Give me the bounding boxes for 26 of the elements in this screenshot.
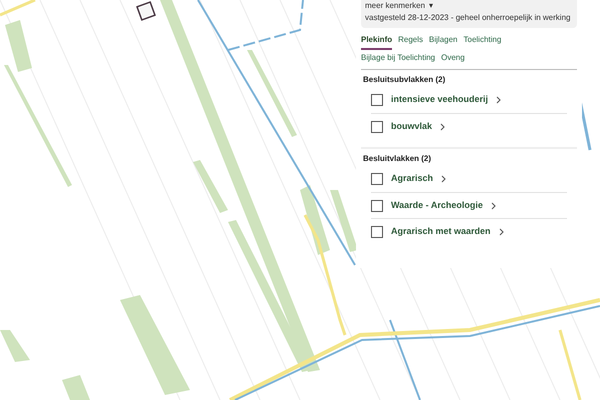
section-heading: Besluitsubvlakken (2)	[362, 74, 446, 86]
chevron-right-icon	[496, 96, 502, 104]
chevron-right-icon	[490, 202, 496, 210]
layer-link[interactable]: Waarde - Archeologie	[391, 198, 483, 212]
checkbox[interactable]	[371, 200, 383, 212]
tab[interactable]: Bijlagen	[429, 32, 458, 50]
layer-link[interactable]: Agrarisch	[391, 172, 434, 186]
layer-link[interactable]: Agrarisch met waarden	[391, 224, 491, 238]
status-text: vastgesteld 28-12-2023 - geheel onherroepelijk in werking	[365, 12, 572, 24]
checkbox[interactable]	[371, 226, 383, 238]
chevron-right-icon	[441, 175, 446, 183]
tab[interactable]: Plekinfo	[361, 32, 392, 50]
tab[interactable]: Oveng	[441, 50, 465, 68]
checkbox[interactable]	[371, 120, 383, 132]
caret-icon: ▾	[429, 2, 434, 10]
more-features-link[interactable]: meer kenmerken	[365, 2, 426, 10]
layer-link[interactable]: intensieve veehouderij	[391, 93, 488, 107]
chevron-right-icon	[498, 228, 504, 236]
checkbox[interactable]	[371, 173, 383, 185]
tab[interactable]: Toelichting	[464, 32, 502, 50]
checkbox[interactable]	[371, 94, 383, 106]
layer-link[interactable]: bouwvlak	[391, 120, 432, 134]
tab[interactable]: Bijlage bij Toelichting	[361, 50, 436, 68]
chevron-right-icon	[440, 122, 446, 130]
tab[interactable]: Regels	[398, 32, 424, 50]
section-heading: Besluitvlakken (2)	[362, 153, 432, 165]
